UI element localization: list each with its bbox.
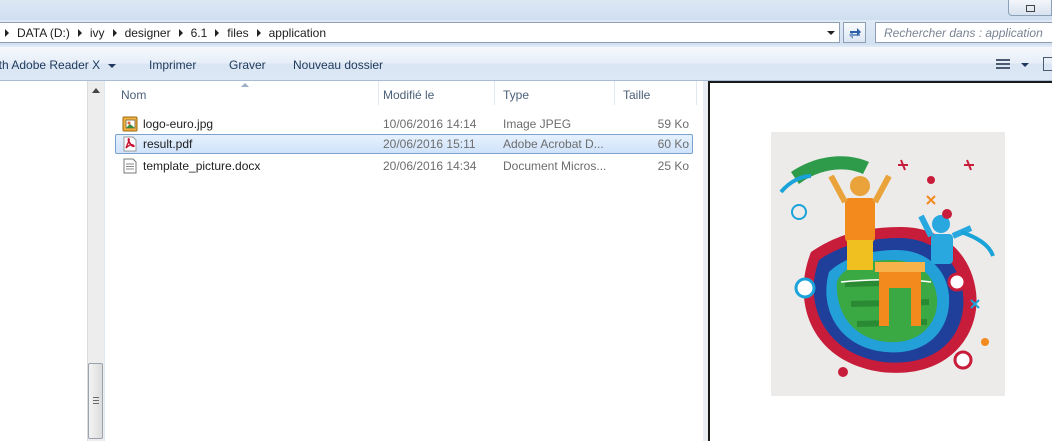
breadcrumb-arrow-icon[interactable] — [256, 28, 261, 37]
file-modified: 20/06/2016 15:11 — [383, 137, 476, 151]
euro-logo-preview-image — [771, 132, 1005, 396]
print-button[interactable]: Imprimer — [149, 58, 196, 72]
scroll-up-icon[interactable] — [92, 88, 100, 93]
column-name-label: Nom — [121, 88, 147, 102]
new-folder-button[interactable]: Nouveau dossier — [293, 58, 383, 72]
jpeg-file-icon — [122, 116, 138, 132]
preview-pane — [708, 81, 1052, 441]
grip-icon — [93, 397, 99, 404]
file-name: template_picture.docx — [143, 159, 261, 173]
column-type-label: Type — [503, 88, 530, 102]
file-row-selected[interactable]: result.pdf 20/06/2016 15:11 Adobe Acroba… — [115, 134, 693, 154]
file-list[interactable]: Nom Modifié le Type Taille logo-euro.jpg… — [105, 81, 703, 441]
scroll-thumb[interactable] — [88, 363, 103, 439]
column-header-size[interactable]: Taille — [615, 81, 697, 105]
breadcrumb-item-version[interactable]: 6.1 — [191, 23, 212, 42]
refresh-icon — [849, 28, 861, 39]
column-size-label: Taille — [623, 88, 651, 102]
refresh-button[interactable] — [843, 22, 866, 43]
preview-pane-toggle-icon[interactable] — [1043, 57, 1052, 71]
breadcrumb-arrow-icon[interactable] — [77, 28, 82, 37]
file-type: Adobe Acrobat D... — [503, 137, 604, 151]
command-toolbar: ith Adobe Reader X Imprimer Graver Nouve… — [0, 47, 1052, 81]
file-size: 25 Ko — [657, 159, 689, 173]
file-modified: 20/06/2016 14:34 — [383, 159, 477, 173]
breadcrumb-arrow-icon[interactable] — [178, 28, 183, 37]
breadcrumb-arrow-icon[interactable] — [5, 28, 9, 37]
title-bar — [0, 0, 1052, 20]
file-modified: 10/06/2016 14:14 — [383, 117, 477, 131]
breadcrumb-arrow-icon[interactable] — [215, 28, 220, 37]
maximize-button[interactable] — [1008, 0, 1052, 16]
address-dropdown-icon[interactable] — [827, 31, 835, 35]
maximize-icon — [1026, 5, 1035, 12]
address-row: DATA (D:) ivy designer 6.1 files applica… — [0, 20, 1052, 45]
column-header-modified[interactable]: Modifié le — [375, 81, 495, 105]
change-view-icon[interactable] — [996, 59, 1010, 69]
file-row[interactable]: template_picture.docx 20/06/2016 14:34 D… — [115, 156, 693, 176]
breadcrumb-item-ivy[interactable]: ivy — [90, 23, 109, 42]
column-modified-label: Modifié le — [383, 88, 435, 102]
chevron-down-icon[interactable] — [1021, 63, 1029, 67]
file-size: 60 Ko — [657, 137, 689, 151]
address-bar[interactable]: DATA (D:) ivy designer 6.1 files applica… — [0, 22, 840, 43]
chevron-down-icon — [108, 63, 117, 68]
navigation-scrollbar[interactable] — [87, 81, 104, 441]
sort-ascending-icon — [241, 83, 249, 87]
open-with-button[interactable]: ith Adobe Reader X — [0, 58, 117, 72]
pdf-file-icon — [123, 136, 137, 152]
file-type: Image JPEG — [503, 117, 572, 131]
file-type: Document Micros... — [503, 159, 607, 173]
file-name: result.pdf — [143, 137, 193, 151]
docx-file-icon — [123, 158, 137, 174]
breadcrumb-item-data[interactable]: DATA (D:) — [17, 23, 74, 42]
column-header-type[interactable]: Type — [495, 81, 615, 105]
breadcrumb-arrow-icon[interactable] — [112, 28, 117, 37]
search-input[interactable]: Rechercher dans : application — [875, 22, 1052, 43]
file-row[interactable]: logo-euro.jpg 10/06/2016 14:14 Image JPE… — [115, 114, 693, 134]
navigation-pane[interactable] — [0, 81, 87, 441]
burn-button[interactable]: Graver — [229, 58, 266, 72]
file-size: 59 Ko — [657, 117, 689, 131]
breadcrumb-item-application[interactable]: application — [269, 23, 330, 42]
file-name: logo-euro.jpg — [143, 117, 214, 131]
open-with-label: ith Adobe Reader X — [0, 58, 101, 72]
breadcrumb-item-designer[interactable]: designer — [125, 23, 175, 42]
breadcrumb-item-files[interactable]: files — [227, 23, 252, 42]
